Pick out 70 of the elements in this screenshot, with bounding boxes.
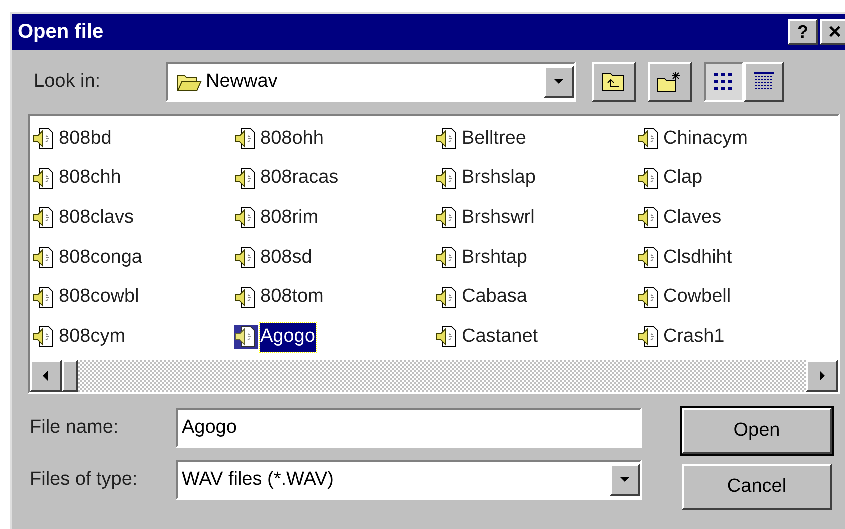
sound-file-icon (32, 127, 56, 151)
file-item[interactable]: 808bd (32, 122, 234, 156)
sound-file-icon (636, 246, 660, 270)
file-item[interactable]: 808conga (32, 241, 234, 275)
sound-file-icon (435, 325, 459, 350)
help-button[interactable]: ? (788, 19, 818, 45)
close-button[interactable]: × (820, 19, 845, 45)
sound-file-icon (435, 206, 459, 230)
window-title: Open file (18, 20, 105, 45)
file-item[interactable]: 808chh (32, 162, 234, 196)
sound-file-icon (636, 286, 660, 310)
file-item[interactable]: Belltree (435, 122, 636, 156)
file-item[interactable]: 808ohh (234, 122, 435, 156)
file-item[interactable]: Clsdhiht (636, 241, 838, 275)
file-type-dropdown[interactable]: WAV files (*.WAV) (176, 460, 642, 500)
sound-file-icon (234, 127, 258, 151)
open-button[interactable]: Open (682, 408, 832, 454)
up-folder-icon (601, 71, 627, 93)
sound-file-icon (234, 325, 258, 350)
file-item[interactable]: 808cowbl (32, 280, 234, 315)
sound-file-icon (32, 166, 56, 191)
sound-file-icon (435, 246, 459, 270)
file-item[interactable]: Castanet (435, 320, 636, 354)
file-item[interactable]: Chinacym (636, 122, 838, 156)
sound-file-icon (32, 325, 56, 350)
sound-file-icon (435, 127, 459, 151)
look-in-label: Look in: (34, 70, 102, 94)
file-item[interactable]: Cabasa (435, 280, 636, 315)
scroll-right-button[interactable] (806, 360, 838, 392)
file-item[interactable]: Brshtap (435, 241, 636, 275)
sound-file-icon (636, 127, 660, 151)
details-view-button[interactable] (744, 62, 784, 102)
sound-file-icon (435, 166, 459, 191)
sound-file-icon (32, 206, 56, 230)
scroll-thumb[interactable] (62, 360, 78, 392)
sound-file-icon (636, 166, 660, 191)
file-item[interactable]: 808racas (234, 162, 435, 196)
sound-file-icon (234, 246, 258, 270)
horizontal-scrollbar[interactable] (30, 360, 838, 392)
cancel-button[interactable]: Cancel (682, 464, 832, 510)
sound-file-icon (32, 246, 56, 270)
file-item[interactable]: 808clavs (32, 201, 234, 236)
sound-file-icon (32, 286, 56, 310)
scroll-left-button[interactable] (30, 360, 62, 392)
file-name-field[interactable]: Agogo (176, 408, 642, 448)
file-item[interactable]: Crash1 (636, 320, 838, 354)
sound-file-icon (234, 166, 258, 191)
file-item[interactable]: 808tom (234, 280, 435, 315)
file-item[interactable]: Agogo (234, 320, 435, 354)
file-item[interactable]: Clap (636, 162, 838, 196)
up-folder-button[interactable] (592, 62, 636, 102)
file-item[interactable]: 808sd (234, 241, 435, 275)
look-in-dropdown[interactable]: Newwav (166, 62, 576, 102)
dropdown-button[interactable] (544, 66, 574, 98)
sound-file-icon (636, 325, 660, 350)
list-view-button[interactable] (704, 62, 744, 102)
sound-file-icon (636, 206, 660, 230)
file-item[interactable]: Brshswrl (435, 201, 636, 236)
file-item[interactable]: Cowbell (636, 280, 838, 315)
new-folder-button[interactable] (648, 62, 692, 102)
file-type-label: Files of type: (30, 468, 139, 492)
sound-file-icon (234, 286, 258, 310)
file-item[interactable]: 808rim (234, 201, 435, 236)
sound-file-icon (435, 286, 459, 310)
file-item[interactable]: Brshslap (435, 162, 636, 196)
file-name-label: File name: (30, 416, 120, 440)
dropdown-button[interactable] (610, 464, 640, 496)
sound-file-icon (234, 206, 258, 230)
file-item[interactable]: 808cym (32, 320, 234, 354)
file-item[interactable]: Claves (636, 201, 838, 236)
